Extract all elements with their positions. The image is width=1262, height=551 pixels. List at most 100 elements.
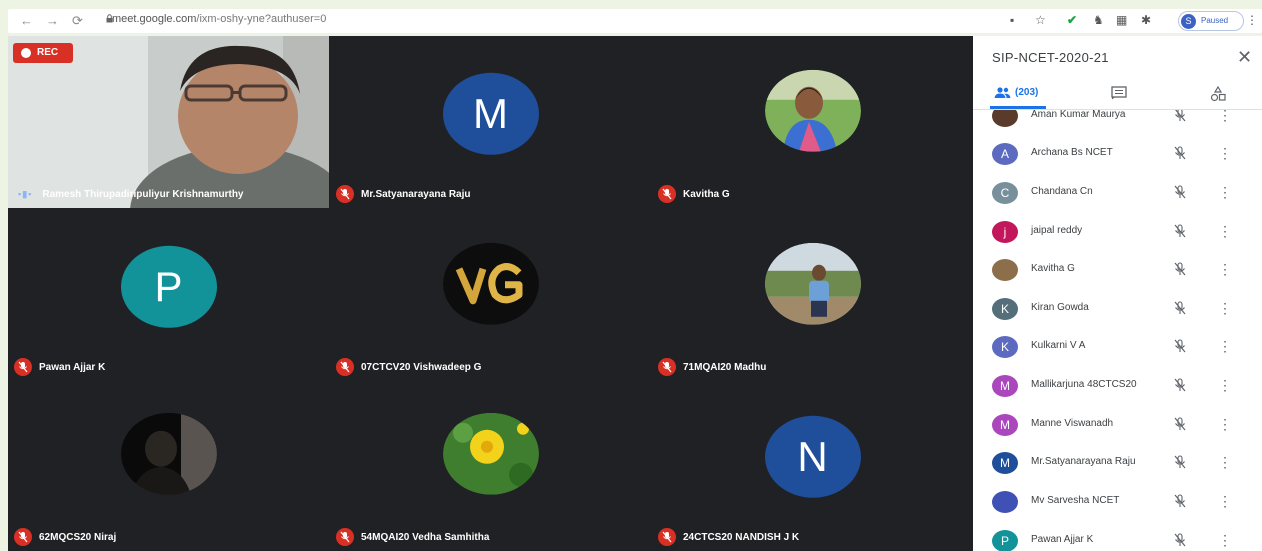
participant-tile[interactable]: 07CTCV20 Vishwadeep G <box>330 209 651 381</box>
recording-badge: REC <box>13 43 73 63</box>
participant-name-label: Pawan Ajjar K <box>14 358 105 376</box>
more-options-icon[interactable]: ⋮ <box>1218 416 1232 432</box>
mic-off-icon <box>658 358 676 376</box>
participant-list-name: Chandana Cn <box>1031 186 1093 197</box>
mic-off-icon <box>1173 184 1187 205</box>
mic-off-icon <box>1173 454 1187 475</box>
tab-activities[interactable] <box>1210 85 1226 107</box>
mic-off-icon <box>658 528 676 546</box>
participant-list-name: Mv Sarvesha NCET <box>1031 495 1120 506</box>
puzzle-icon[interactable]: ✱ <box>1141 13 1151 27</box>
address-bar[interactable]: ← → ⟳ meet.google.com/ixm-oshy-yne?authu… <box>8 9 1262 33</box>
participant-list-avatar: A <box>992 143 1018 165</box>
participant-row[interactable]: M Mallikarjuna 48CTCS20 ⋮ <box>973 367 1262 405</box>
participant-avatar: P <box>120 245 217 328</box>
activities-icon <box>1210 85 1226 102</box>
more-options-icon[interactable]: ⋮ <box>1218 338 1232 354</box>
tab-people[interactable]: (203) <box>994 87 1038 98</box>
participant-list-name: Manne Viswanadh <box>1031 418 1114 429</box>
more-options-icon[interactable]: ⋮ <box>1218 377 1232 393</box>
people-icon <box>994 87 1011 98</box>
participant-list-name: Kulkarni V A <box>1031 340 1086 351</box>
url-text[interactable]: meet.google.com/ixm-oshy-yne?authuser=0 <box>112 13 326 25</box>
mic-off-icon <box>1173 493 1187 514</box>
mic-off-icon <box>1173 532 1187 551</box>
grid-extension-icon[interactable]: ▦ <box>1116 13 1127 27</box>
extension-icon[interactable]: ♞ <box>1093 13 1104 27</box>
participant-row[interactable]: K Kulkarni V A ⋮ <box>973 328 1262 366</box>
participant-row[interactable]: K Kiran Gowda ⋮ <box>973 290 1262 328</box>
participant-name-label: 54MQAI20 Vedha Samhitha <box>336 528 489 546</box>
reload-icon[interactable]: ⟳ <box>72 12 83 30</box>
more-options-icon[interactable]: ⋮ <box>1218 145 1232 161</box>
participant-list-avatar <box>992 110 1018 127</box>
mic-off-icon <box>1173 300 1187 321</box>
participant-row[interactable]: Aman Kumar Maurya ⋮ <box>973 110 1262 135</box>
participant-list-name: Kavitha G <box>1031 263 1075 274</box>
participant-photo <box>120 412 217 495</box>
chat-icon <box>1111 86 1127 100</box>
checkmark-extension-icon[interactable]: ✔ <box>1067 13 1077 27</box>
participant-tile[interactable]: Kavitha G <box>652 36 973 208</box>
participant-list-avatar <box>992 491 1018 513</box>
participant-row[interactable]: P Pawan Ajjar K ⋮ <box>973 522 1262 551</box>
close-icon[interactable]: ✕ <box>1237 47 1252 68</box>
more-options-icon[interactable]: ⋮ <box>1218 493 1232 509</box>
profile-button[interactable]: S Paused <box>1178 11 1244 31</box>
cast-icon[interactable]: ▪ <box>1010 13 1014 27</box>
participant-row[interactable]: Mv Sarvesha NCET ⋮ <box>973 483 1262 521</box>
participant-list-name: Kiran Gowda <box>1031 302 1089 313</box>
participant-name-label: Mr.Satyanarayana Raju <box>336 185 471 203</box>
participant-avatar: N <box>764 415 861 498</box>
back-icon[interactable]: ← <box>20 12 33 30</box>
participant-row[interactable]: M Mr.Satyanarayana Raju ⋮ <box>973 444 1262 482</box>
participant-list-name: jaipal reddy <box>1031 225 1083 236</box>
participant-name-label: 62MQCS20 Niraj <box>14 528 116 546</box>
participant-name-label: Kavitha G <box>658 185 730 203</box>
participant-row[interactable]: C Chandana Cn ⋮ <box>973 174 1262 212</box>
participant-list-avatar: j <box>992 221 1018 243</box>
participant-photo <box>764 69 861 152</box>
participant-tile[interactable]: 71MQAI20 Madhu <box>652 209 973 381</box>
participant-list: Aman Kumar Maurya ⋮ A Archana Bs NCET ⋮ C Chan… <box>973 110 1262 551</box>
participant-photo <box>442 412 539 495</box>
forward-icon[interactable]: → <box>46 12 59 30</box>
participant-tile[interactable]: 54MQAI20 Vedha Samhitha <box>330 379 651 551</box>
panel-tabs: (203) <box>973 82 1262 110</box>
more-options-icon[interactable]: ⋮ <box>1218 454 1232 470</box>
participant-list-avatar: C <box>992 182 1018 204</box>
more-options-icon[interactable]: ⋮ <box>1218 261 1232 277</box>
participant-tile[interactable]: P Pawan Ajjar K <box>8 209 329 381</box>
participant-tile[interactable]: M Mr.Satyanarayana Raju <box>330 36 651 208</box>
more-options-icon[interactable]: ⋮ <box>1218 110 1232 123</box>
menu-icon[interactable]: ⋮ <box>1246 13 1258 27</box>
more-options-icon[interactable]: ⋮ <box>1218 532 1232 548</box>
mic-off-icon <box>658 185 676 203</box>
participant-row[interactable]: M Manne Viswanadh ⋮ <box>973 406 1262 444</box>
audio-level-icon: ▪▮▪ <box>18 189 33 199</box>
participant-row[interactable]: j jaipal reddy ⋮ <box>973 213 1262 251</box>
participant-name-label: 71MQAI20 Madhu <box>658 358 766 376</box>
participant-list-avatar: K <box>992 336 1018 358</box>
participant-row[interactable]: Kavitha G ⋮ <box>973 251 1262 289</box>
mic-off-icon <box>1173 223 1187 244</box>
mic-off-icon <box>336 185 354 203</box>
participant-list-avatar <box>992 259 1018 281</box>
mic-off-icon <box>14 358 32 376</box>
more-options-icon[interactable]: ⋮ <box>1218 300 1232 316</box>
speaker-tile[interactable]: REC ▪▮▪ Ramesh Thirupadiripuliyur Krishn… <box>8 36 329 208</box>
participant-tile[interactable]: 62MQCS20 Niraj <box>8 379 329 551</box>
tab-chat[interactable] <box>1111 86 1127 105</box>
more-options-icon[interactable]: ⋮ <box>1218 184 1232 200</box>
participant-list-avatar: M <box>992 414 1018 436</box>
tab-indicator <box>990 106 1046 109</box>
participant-tile[interactable]: N 24CTCS20 NANDISH J K <box>652 379 973 551</box>
profile-avatar: S <box>1181 14 1196 29</box>
profile-status: Paused <box>1201 16 1229 25</box>
participant-logo <box>442 242 539 325</box>
participant-list-name: Pawan Ajjar K <box>1031 534 1094 545</box>
mic-off-icon <box>1173 110 1187 128</box>
participant-row[interactable]: A Archana Bs NCET ⋮ <box>973 135 1262 173</box>
more-options-icon[interactable]: ⋮ <box>1218 223 1232 239</box>
star-icon[interactable]: ☆ <box>1035 13 1046 27</box>
